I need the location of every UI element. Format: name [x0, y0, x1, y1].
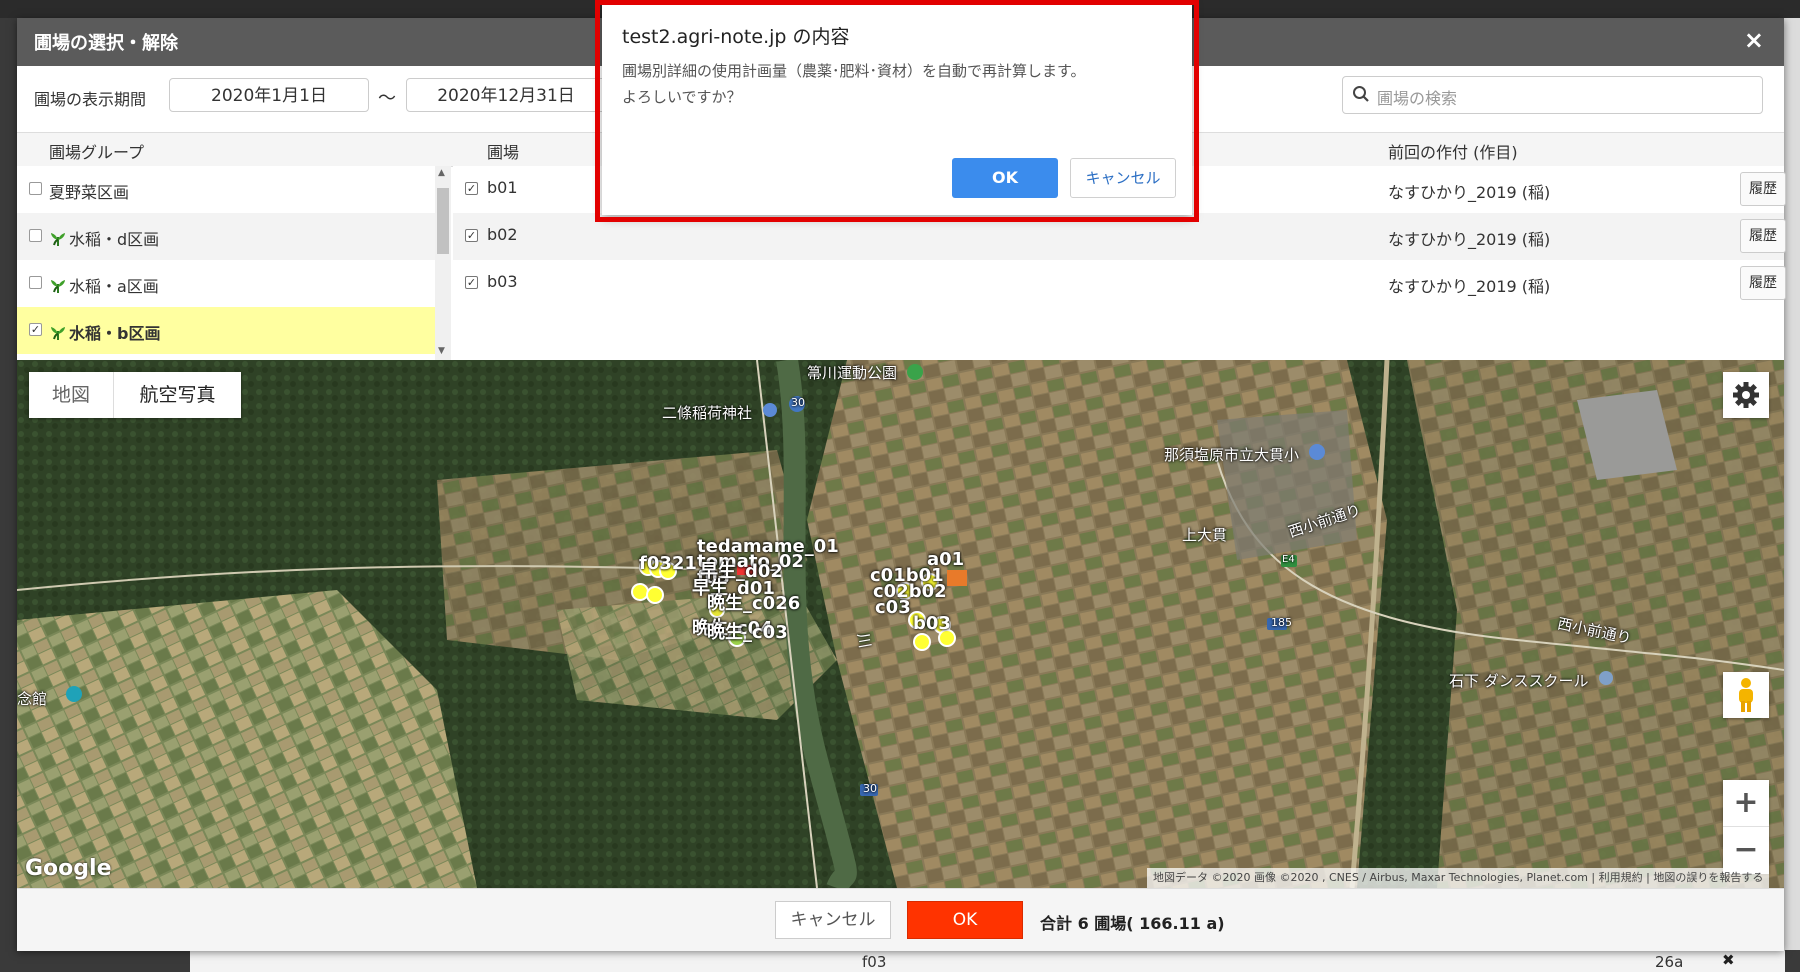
column-header-field: 圃場	[487, 143, 520, 162]
map-label-school: 那須塩原市立大貫小	[1164, 446, 1300, 464]
road-number: 30	[863, 782, 877, 795]
history-button[interactable]: 履歴	[1740, 266, 1786, 300]
map-label-dance-school: 石下 ダンススクール	[1449, 672, 1589, 690]
ok-button[interactable]: OK	[907, 901, 1023, 939]
close-icon[interactable]: ×	[1744, 26, 1764, 54]
field-map-label[interactable]: c03	[875, 597, 911, 618]
modal-footer: キャンセル OK 合計 6 圃場( 166.11 a)	[17, 888, 1784, 951]
road-number: 30	[791, 396, 805, 409]
group-list-scrollbar[interactable]: ▲ ▼	[435, 166, 451, 360]
group-label: 夏野菜区画	[49, 183, 130, 202]
background-scrollbar[interactable]	[1784, 18, 1800, 950]
road-number: 185	[1271, 616, 1292, 629]
field-name: b03	[487, 272, 518, 291]
group-label: 水稲・a区画	[69, 277, 159, 296]
search-placeholder: 圃場の検索	[1377, 89, 1458, 108]
group-label: 水稲・d区画	[69, 230, 160, 249]
map-label-museum: 念館	[17, 690, 48, 708]
group-item[interactable]: 夏野菜区画	[17, 166, 435, 213]
scroll-up-icon[interactable]: ▲	[438, 168, 445, 178]
field-checkbox-checked[interactable]: ✓	[465, 276, 478, 289]
rice-plant-icon	[51, 280, 65, 293]
background-row-area: 26a	[1655, 953, 1684, 971]
history-button[interactable]: 履歴	[1740, 172, 1786, 206]
field-map-label[interactable]: 晩生_c03	[707, 618, 788, 644]
map-label-park: 箒川運動公園	[807, 364, 898, 382]
scroll-down-icon[interactable]: ▼	[438, 346, 445, 356]
date-end-input[interactable]: 2020年12月31日	[406, 78, 606, 112]
group-checkbox-checked[interactable]: ✓	[29, 323, 42, 336]
group-list: 夏野菜区画 水稲・d区画 水稲・a区画 ✓ 水稲・b区画	[17, 166, 436, 360]
rice-plant-icon	[51, 233, 65, 246]
highlight-outline	[595, 0, 1199, 222]
group-item-selected[interactable]: ✓ 水稲・b区画	[17, 307, 435, 354]
background-row-close-icon[interactable]: ✖	[1722, 951, 1735, 969]
group-checkbox[interactable]	[29, 276, 42, 289]
group-item[interactable]: 水稲・a区画	[17, 260, 435, 307]
field-previous-crop: なすひかり_2019 (稲)	[1388, 183, 1551, 202]
field-markers	[66, 364, 1613, 796]
google-logo: Google	[25, 856, 112, 881]
field-search-input[interactable]: 圃場の検索	[1342, 76, 1763, 114]
field-name: b02	[487, 225, 518, 244]
history-button[interactable]: 履歴	[1740, 219, 1786, 253]
field-map-label[interactable]: b03	[913, 613, 951, 634]
field-row[interactable]: ✓ b03 なすひかり_2019 (稲) 履歴	[453, 260, 1786, 307]
group-item[interactable]: 水稲・d区画	[17, 213, 435, 260]
field-previous-crop: なすひかり_2019 (稲)	[1388, 277, 1551, 296]
field-checkbox-checked[interactable]: ✓	[465, 182, 478, 195]
total-summary: 合計 6 圃場( 166.11 a)	[1040, 914, 1225, 933]
field-name: b01	[487, 178, 518, 197]
column-header-previous-crop: 前回の作付 (作目)	[1388, 143, 1518, 162]
road-number: E4	[1282, 554, 1295, 565]
background-row-name: f03	[862, 953, 887, 971]
field-checkbox-checked[interactable]: ✓	[465, 229, 478, 242]
field-map-label[interactable]: f0321	[639, 553, 697, 574]
date-separator: ～	[378, 88, 396, 109]
field-map-label[interactable]: 晩生_c026	[707, 589, 800, 615]
map-label-area: 上大貫	[1182, 526, 1228, 544]
cancel-button[interactable]: キャンセル	[775, 901, 891, 939]
group-checkbox[interactable]	[29, 229, 42, 242]
period-label: 圃場の表示期間	[34, 90, 147, 109]
satellite-map[interactable]: 地図 航空写真 + − 箒川運動公園 二條稲荷神社 那須塩原市立大貫小 上大貫 …	[17, 360, 1784, 888]
rice-plant-icon	[51, 327, 65, 340]
map-label-shrine: 二條稲荷神社	[662, 404, 753, 422]
date-start-input[interactable]: 2020年1月1日	[169, 78, 369, 112]
group-label: 水稲・b区画	[69, 324, 161, 343]
field-previous-crop: なすひかり_2019 (稲)	[1388, 230, 1551, 249]
group-checkbox[interactable]	[29, 182, 42, 195]
map-attribution[interactable]: 地図データ ©2020 画像 ©2020 , CNES / Airbus, Ma…	[1147, 868, 1770, 888]
column-header-group: 圃場グループ	[49, 143, 145, 162]
scrollbar-thumb[interactable]	[437, 188, 449, 254]
modal-title: 圃場の選択・解除	[34, 33, 178, 54]
search-icon	[1353, 86, 1369, 102]
background-table-row: f03 26a ✖	[190, 950, 1785, 972]
